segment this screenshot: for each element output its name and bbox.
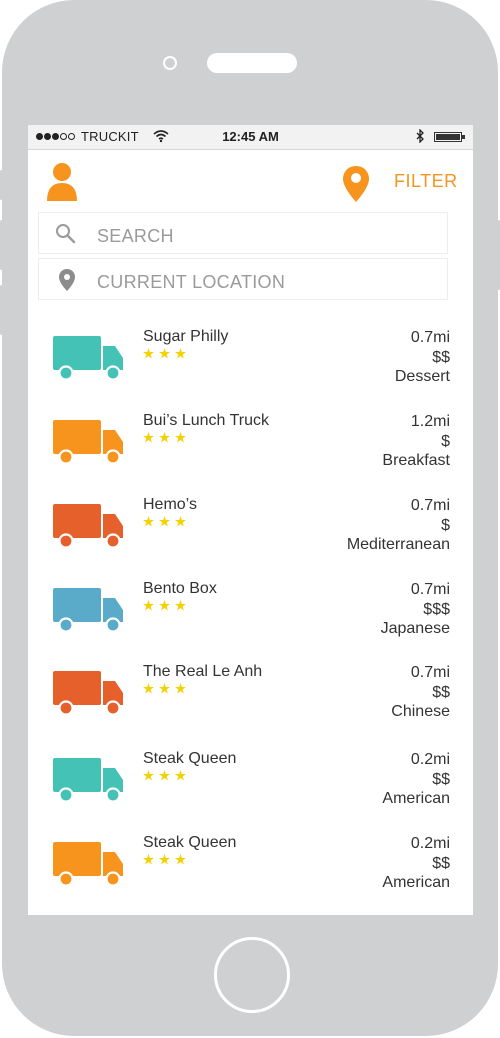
truck-price: $$ [432,854,450,872]
truck-distance: 0.2mi [410,835,450,852]
volume-down-button [0,285,3,335]
truck-rating [143,432,186,443]
star-icon [143,600,154,611]
truck-cuisine: Japanese [380,620,450,637]
search-icon [56,224,76,244]
star-icon [159,770,170,781]
truck-distance: 0.7mi [410,664,450,681]
truck-distance: 0.7mi [410,497,450,514]
volume-up-button [0,220,3,270]
star-icon [143,432,154,443]
truck-name: Sugar Philly [143,328,229,345]
food-truck-icon [53,504,123,549]
filter-button[interactable]: FILTER [394,171,458,192]
truck-name: Hemo’s [143,496,197,513]
truck-price: $$ [432,683,450,701]
star-icon [143,516,154,527]
user-icon[interactable] [45,161,79,201]
star-icon [143,348,154,359]
truck-name: Steak Queen [143,834,237,851]
star-icon [175,516,186,527]
star-icon [159,432,170,443]
truck-name: Bui’s Lunch Truck [143,412,269,429]
truck-list-item[interactable]: Bento Box 0.7mi $$$ Japanese [28,580,473,664]
map-pin-icon[interactable] [342,165,370,203]
food-truck-icon [53,336,123,381]
star-icon [175,600,186,611]
current-location-input[interactable]: CURRENT LOCATION [38,258,448,300]
truck-details: 0.7mi $$ Chinese [391,663,450,722]
truck-price: $$ [432,348,450,366]
star-icon [143,683,154,694]
bluetooth-icon [416,129,424,143]
location-placeholder: CURRENT LOCATION [97,272,286,292]
truck-list-item[interactable]: Bui’s Lunch Truck 1.2mi $ Breakfast [28,412,473,496]
food-truck-icon [53,588,123,633]
food-truck-icon [53,758,123,803]
truck-details: 0.7mi $$$ Japanese [381,580,450,639]
truck-details: 0.7mi $$ Dessert [395,328,450,387]
food-truck-icon [53,671,123,716]
truck-rating [143,600,186,611]
truck-details: 0.2mi $$ American [382,834,450,893]
truck-list-item[interactable]: Steak Queen 0.2mi $$ American [28,750,473,834]
star-icon [159,516,170,527]
truck-rating [143,348,186,359]
truck-name: Bento Box [143,580,217,597]
truck-cuisine: Chinese [391,703,450,720]
star-icon [175,683,186,694]
truck-rating [143,683,186,694]
food-truck-icon [53,842,123,887]
star-icon [143,854,154,865]
truck-price: $$$ [423,600,450,618]
location-pin-icon [59,269,75,291]
truck-price: $$ [432,770,450,788]
status-bar: TRUCKIT 12:45 AM [28,125,473,150]
truck-list-item[interactable]: Hemo’s 0.7mi $ Mediterranean [28,496,473,580]
truck-cuisine: American [382,790,450,807]
star-icon [175,348,186,359]
earpiece-speaker [207,53,297,73]
truck-distance: 0.2mi [410,751,450,768]
star-icon [175,770,186,781]
search-placeholder: SEARCH [97,226,174,246]
search-input[interactable]: SEARCH [38,212,448,254]
home-button[interactable] [214,937,290,1013]
truck-price: $ [441,432,450,450]
battery-nub [462,135,465,139]
star-icon [159,854,170,865]
truck-distance: 0.7mi [410,329,450,346]
truck-details: 0.7mi $ Mediterranean [347,496,450,555]
truck-name: Steak Queen [143,750,237,767]
truck-cuisine: American [382,874,450,891]
truck-cuisine: Breakfast [382,452,450,469]
truck-distance: 1.2mi [410,413,450,430]
status-time: 12:45 AM [222,129,279,144]
star-icon [143,770,154,781]
front-camera [163,56,177,70]
star-icon [159,683,170,694]
star-icon [175,854,186,865]
truck-rating [143,854,186,865]
truck-details: 1.2mi $ Breakfast [382,412,450,471]
truck-distance: 0.7mi [410,581,450,598]
truck-rating [143,516,186,527]
truck-price: $ [441,516,450,534]
truck-list-item[interactable]: Sugar Philly 0.7mi $$ Dessert [28,328,473,412]
truck-list-item[interactable]: Steak Queen 0.2mi $$ American [28,834,473,915]
truck-list-item[interactable]: The Real Le Anh 0.7mi $$ Chinese [28,663,473,747]
star-icon [175,432,186,443]
star-icon [159,348,170,359]
battery-level [436,134,460,140]
truck-cuisine: Dessert [394,368,450,385]
app-screen: TRUCKIT 12:45 AM FILTER SEARCH CURRENT L… [28,125,473,915]
truck-cuisine: Mediterranean [346,536,450,553]
star-icon [159,600,170,611]
truck-name: The Real Le Anh [143,663,263,680]
truck-rating [143,770,186,781]
mute-switch [0,170,3,200]
battery-icon [434,132,465,142]
truck-details: 0.2mi $$ American [382,750,450,809]
food-truck-icon [53,420,123,465]
